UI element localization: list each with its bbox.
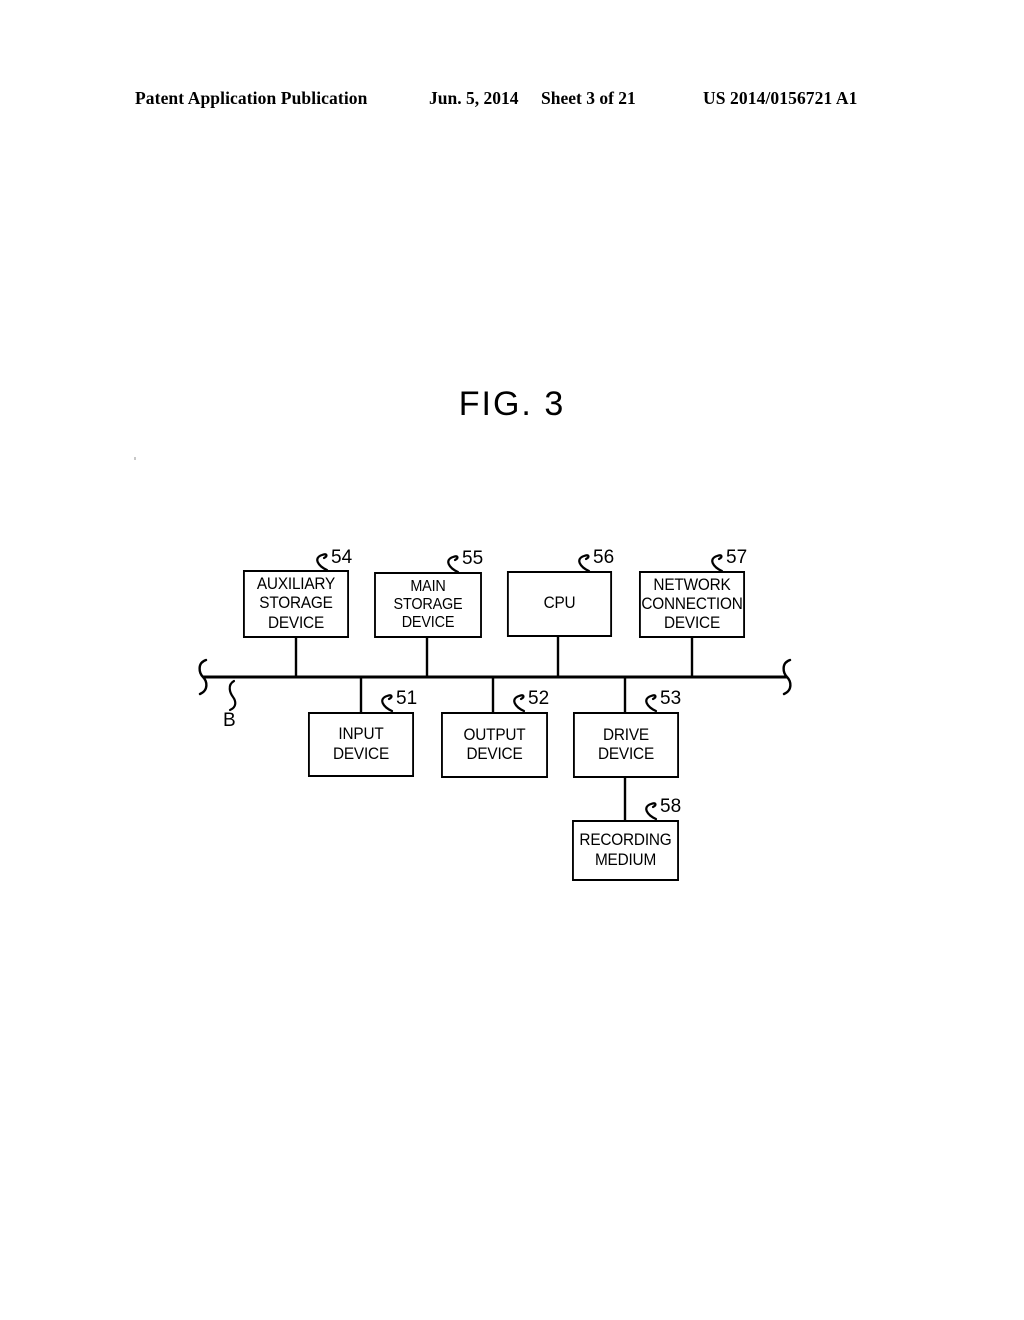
block-label: AUXILIARY STORAGE DEVICE xyxy=(256,575,336,632)
leader-ref-55 xyxy=(447,555,460,574)
leader-ref-56 xyxy=(578,554,591,573)
block-output-device[interactable]: OUTPUT DEVICE xyxy=(441,712,548,778)
block-auxiliary-storage-device[interactable]: AUXILIARY STORAGE DEVICE xyxy=(242,570,350,638)
leader-ref-54 xyxy=(316,553,329,572)
bus-label-leader xyxy=(228,679,237,712)
block-diagram xyxy=(0,0,1024,1320)
ref-numeral-51: 51 xyxy=(396,688,418,709)
ref-numeral-52: 52 xyxy=(528,688,550,709)
block-label: MAIN STORAGE DEVICE xyxy=(393,577,463,632)
block-label: CPU xyxy=(543,594,576,613)
ref-numeral-58: 58 xyxy=(660,796,682,817)
leader-ref-53 xyxy=(645,694,658,713)
block-main-storage-device[interactable]: MAIN STORAGE DEVICE xyxy=(374,572,482,638)
block-drive-device[interactable]: DRIVE DEVICE xyxy=(572,712,680,778)
patent-page: Patent Application Publication Jun. 5, 2… xyxy=(0,0,1024,1320)
bus-label-b: B xyxy=(223,710,236,731)
block-label: OUTPUT DEVICE xyxy=(463,725,526,763)
ref-numeral-55: 55 xyxy=(462,548,484,569)
ref-numeral-54: 54 xyxy=(331,547,353,568)
ref-numeral-57: 57 xyxy=(726,547,748,568)
leader-ref-52 xyxy=(513,694,526,713)
block-recording-medium[interactable]: RECORDING MEDIUM xyxy=(572,820,679,881)
block-label: INPUT DEVICE xyxy=(332,725,390,763)
block-input-device[interactable]: INPUT DEVICE xyxy=(307,712,415,777)
block-cpu[interactable]: CPU xyxy=(506,571,613,637)
block-network-connection-device[interactable]: NETWORK CONNECTION DEVICE xyxy=(638,571,746,638)
block-label: DRIVE DEVICE xyxy=(597,725,655,763)
diagram-lines xyxy=(198,553,792,822)
block-label: RECORDING MEDIUM xyxy=(579,831,672,869)
ref-numeral-56: 56 xyxy=(593,547,615,568)
leader-ref-57 xyxy=(711,554,724,573)
block-label: NETWORK CONNECTION DEVICE xyxy=(641,575,743,633)
ref-numeral-53: 53 xyxy=(660,688,682,709)
leader-ref-58 xyxy=(645,802,658,821)
leader-ref-51 xyxy=(381,694,394,713)
